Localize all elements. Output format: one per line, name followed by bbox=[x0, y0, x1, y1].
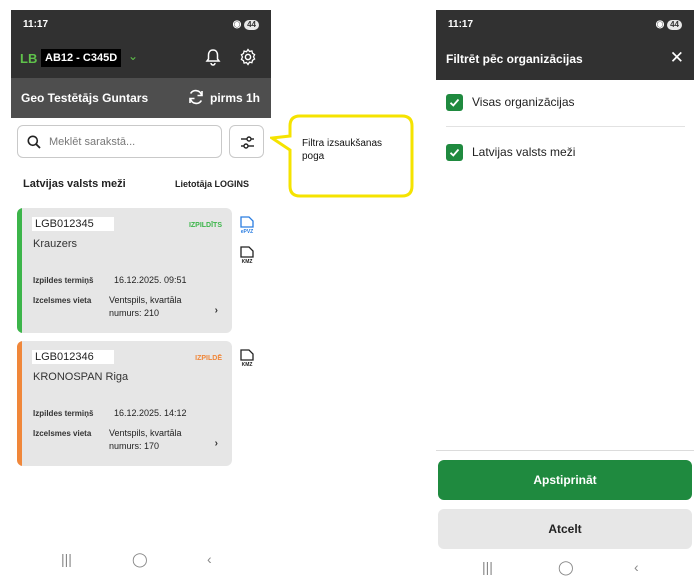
origin-value-line2: numurs: 210 bbox=[109, 308, 160, 318]
vehicle-selector[interactable]: AB12 - C345D bbox=[41, 49, 122, 67]
filter-screen: 11:17 ◉ 44 Filtrēt pēc organizācijas ✕ V… bbox=[436, 10, 694, 579]
wifi-icon: ◉ bbox=[655, 19, 668, 30]
last-sync-time: pirms 1h bbox=[210, 91, 261, 105]
app-logo: LB bbox=[20, 51, 38, 66]
back-icon[interactable]: ‹ bbox=[207, 551, 212, 567]
android-nav-bar: ||| ◯ ‹ bbox=[436, 557, 694, 579]
origin-value-line2: numurs: 170 bbox=[109, 441, 160, 451]
search-placeholder: Meklēt sarakstā... bbox=[49, 136, 136, 148]
status-bar: 11:17 ◉ 44 bbox=[11, 10, 271, 38]
status-time: 11:17 bbox=[23, 19, 49, 30]
epvz-file-icon[interactable]: ePVZ bbox=[237, 215, 257, 240]
chevron-down-icon[interactable]: ⌄ bbox=[128, 49, 138, 63]
filter-callout: Filtra izsaukšanas poga bbox=[267, 110, 420, 200]
user-bar: Geo Testētājs Guntars pirms 1h bbox=[11, 78, 271, 118]
svg-text:KMZ: KMZ bbox=[242, 259, 253, 265]
status-stripe bbox=[17, 341, 22, 466]
chevron-right-icon[interactable]: › bbox=[215, 305, 218, 316]
origin-label: Izcelsmes vieta bbox=[33, 296, 92, 305]
task-customer: KRONOSPAN Riga bbox=[33, 371, 129, 383]
task-id: LGB012345 bbox=[32, 217, 114, 231]
chevron-right-icon[interactable]: › bbox=[215, 438, 218, 449]
user-logins-label: Lietotāja LOGINS bbox=[175, 179, 250, 189]
deadline-value: 16.12.2025. 09:51 bbox=[114, 275, 187, 285]
kmz-file-icon[interactable]: KMZ bbox=[237, 348, 257, 373]
wifi-icon: ◉ bbox=[232, 19, 245, 30]
app-header: LB AB12 - C345D ⌄ bbox=[11, 38, 271, 78]
option-label: Visas organizācijas bbox=[472, 95, 575, 109]
recent-apps-icon[interactable]: ||| bbox=[61, 551, 72, 567]
gear-icon[interactable] bbox=[239, 48, 257, 71]
checkbox-checked[interactable] bbox=[446, 144, 463, 161]
search-input[interactable]: Meklēt sarakstā... bbox=[17, 125, 222, 158]
battery-icon: 44 bbox=[667, 20, 682, 30]
task-list-screen: 11:17 ◉ 44 LB AB12 - C345D ⌄ Geo Testētā… bbox=[11, 10, 271, 579]
recent-apps-icon[interactable]: ||| bbox=[482, 559, 493, 575]
origin-value-line1: Ventspils, kvartāla bbox=[109, 428, 182, 438]
callout-text-line2: poga bbox=[302, 151, 325, 162]
status-bar: 11:17 ◉ 44 bbox=[436, 10, 694, 38]
origin-label: Izcelsmes vieta bbox=[33, 429, 92, 438]
status-badge: IZPILDĪTS bbox=[188, 222, 222, 229]
origin-value-line1: Ventspils, kvartāla bbox=[109, 295, 182, 305]
organization-name: Latvijas valsts meži bbox=[23, 178, 126, 190]
option-label: Latvijas valsts meži bbox=[472, 145, 576, 159]
close-icon[interactable]: ✕ bbox=[670, 48, 684, 68]
bell-icon[interactable] bbox=[205, 48, 221, 71]
task-card[interactable]: LGB012345 Krauzers IZPILDĪTS Izpildes te… bbox=[17, 208, 232, 333]
cancel-button[interactable]: Atcelt bbox=[438, 509, 692, 549]
user-name: Geo Testētājs Guntars bbox=[21, 91, 149, 105]
android-nav-bar: ||| ◯ ‹ bbox=[11, 545, 271, 579]
home-icon[interactable]: ◯ bbox=[132, 551, 148, 568]
filter-title: Filtrēt pēc organizācijas bbox=[446, 52, 583, 66]
callout-text-line1: Filtra izsaukšanas bbox=[302, 138, 383, 149]
deadline-label: Izpildes termiņš bbox=[33, 409, 94, 418]
screenshot-root: 11:17 ◉ 44 LB AB12 - C345D ⌄ Geo Testētā… bbox=[0, 0, 694, 579]
svg-text:KMZ: KMZ bbox=[242, 362, 253, 368]
confirm-button[interactable]: Apstiprināt bbox=[438, 460, 692, 500]
status-indicators: ◉ 44 bbox=[656, 19, 682, 30]
kmz-file-icon[interactable]: KMZ bbox=[237, 245, 257, 270]
task-card[interactable]: LGB012346 KRONOSPAN Riga IZPILDĒ Izpilde… bbox=[17, 341, 232, 466]
sync-icon[interactable] bbox=[187, 88, 205, 111]
filter-button[interactable] bbox=[229, 125, 264, 158]
deadline-value: 16.12.2025. 14:12 bbox=[114, 408, 187, 418]
filter-header: Filtrēt pēc organizācijas ✕ bbox=[436, 38, 694, 80]
task-customer: Krauzers bbox=[33, 238, 78, 250]
search-icon bbox=[27, 135, 41, 154]
home-icon[interactable]: ◯ bbox=[558, 559, 574, 576]
divider bbox=[446, 126, 685, 127]
task-id: LGB012346 bbox=[32, 350, 114, 364]
battery-icon: 44 bbox=[244, 20, 259, 30]
status-stripe bbox=[17, 208, 22, 333]
divider bbox=[436, 450, 694, 451]
status-badge: IZPILDĒ bbox=[195, 355, 222, 362]
back-icon[interactable]: ‹ bbox=[634, 559, 639, 575]
checkmark-icon bbox=[449, 148, 460, 157]
checkbox-checked[interactable] bbox=[446, 94, 463, 111]
status-indicators: ◉ 44 bbox=[233, 19, 259, 30]
filter-sliders-icon bbox=[241, 136, 254, 149]
deadline-label: Izpildes termiņš bbox=[33, 276, 94, 285]
svg-text:ePVZ: ePVZ bbox=[241, 229, 254, 235]
checkmark-icon bbox=[449, 98, 460, 107]
status-time: 11:17 bbox=[448, 19, 474, 30]
